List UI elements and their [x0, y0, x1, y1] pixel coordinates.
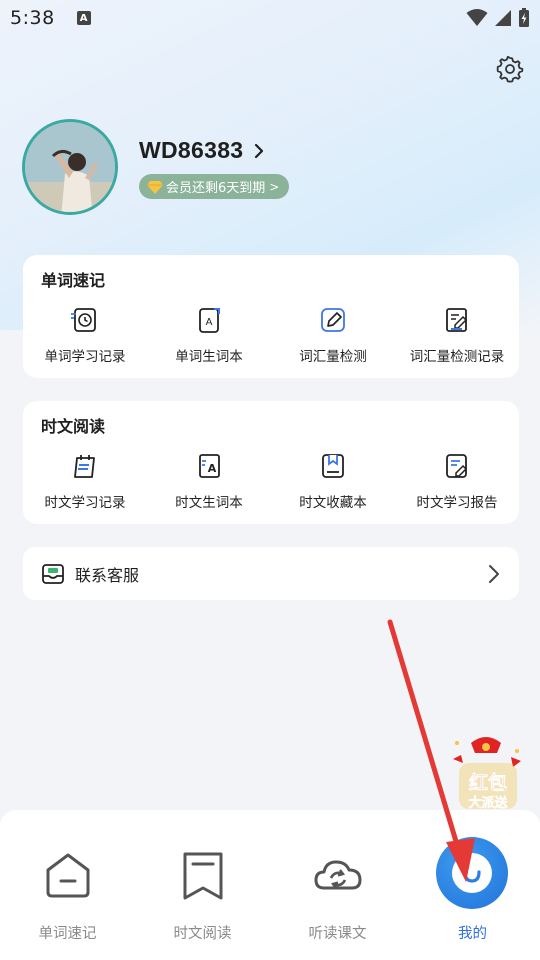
vocab-test-record-item[interactable]: 词汇量检测记录	[395, 305, 519, 365]
reading-title: 时文阅读	[41, 417, 106, 436]
pencil-edit-icon	[321, 308, 345, 332]
word-memo-card: 单词速记 单词学习记录 A 单词生词本 词汇量检测 词汇量检测记录	[23, 255, 519, 378]
nav-me-label: 我的	[458, 926, 487, 942]
status-time: 5:38	[10, 7, 55, 29]
word-vocab-book-item[interactable]: A 单词生词本	[147, 305, 271, 365]
report-edit-icon	[446, 454, 468, 478]
notification-a-icon: A	[76, 11, 91, 25]
nav-reading[interactable]: 时文阅读	[135, 810, 270, 960]
clock-record-icon	[71, 308, 96, 332]
reading-favorites-label: 时文收藏本	[299, 495, 367, 511]
document-edit-icon	[446, 308, 468, 332]
reading-favorites-item[interactable]: 时文收藏本	[271, 451, 395, 511]
promo-line1: 红包	[469, 771, 507, 794]
vip-status-text: 会员还剩6天到期	[166, 181, 266, 196]
reading-vocab-book-item[interactable]: A 时文生词本	[147, 451, 271, 511]
reading-report-label: 时文学习报告	[416, 495, 498, 511]
word-vocab-book-label: 单词生词本	[175, 349, 243, 365]
nav-listen-read-label: 听读课文	[308, 926, 367, 942]
vip-arrow: >	[269, 179, 280, 194]
vip-status-badge[interactable]: 会员还剩6天到期 >	[139, 174, 290, 199]
nav-word-memo[interactable]: 单词速记	[0, 810, 135, 960]
svg-text:A: A	[208, 462, 217, 475]
chevron-right-icon	[489, 564, 499, 583]
chevron-right-icon	[255, 143, 264, 158]
me-icon[interactable]	[436, 837, 508, 909]
nav-listen-read[interactable]: 听读课文	[270, 810, 405, 960]
vocab-test-label: 词汇量检测	[299, 349, 367, 365]
battery-icon	[519, 8, 529, 27]
letter-a-book-icon: A	[199, 454, 220, 478]
home-icon	[46, 853, 89, 898]
nav-reading-label: 时文阅读	[173, 926, 232, 942]
vocab-test-item[interactable]: 词汇量检测	[271, 305, 395, 365]
promo-line2: 大派送	[468, 795, 508, 811]
contact-service-row[interactable]: 联系客服	[23, 547, 519, 600]
reading-study-record-item[interactable]: 时文学习记录	[23, 451, 147, 511]
me-icon-inner	[452, 853, 492, 893]
signal-icon	[495, 10, 511, 26]
wifi-icon	[466, 9, 488, 26]
contact-service-label: 联系客服	[75, 565, 140, 585]
smile-arc-icon	[463, 870, 481, 883]
status-right-icons	[466, 8, 530, 28]
reading-report-item[interactable]: 时文学习报告	[395, 451, 519, 511]
calendar-list-icon	[74, 455, 95, 478]
red-packet-icon: 红包 大派送	[453, 737, 521, 811]
status-bar: 5:38 A	[0, 0, 540, 36]
nav-word-memo-label: 单词速记	[38, 926, 97, 942]
cloud-sync-icon	[314, 860, 361, 890]
word-memo-title: 单词速记	[41, 271, 106, 290]
avatar[interactable]	[22, 119, 118, 215]
reading-vocab-book-label: 时文生词本	[175, 495, 243, 511]
service-inbox-icon	[42, 563, 64, 584]
settings-gear-icon[interactable]	[496, 55, 524, 83]
vocab-test-record-label: 词汇量检测记录	[409, 349, 505, 365]
word-study-record-item[interactable]: 单词学习记录	[23, 305, 147, 365]
word-memo-grid: 单词学习记录 A 单词生词本 词汇量检测 词汇量检测记录	[23, 305, 519, 365]
letter-book-icon: A	[199, 308, 220, 333]
red-packet-promo[interactable]: 红包 大派送	[447, 733, 525, 813]
reading-card: 时文阅读 时文学习记录 A 时文生词本 时文收藏本 时文学习报告	[23, 401, 519, 524]
reading-study-record-label: 时文学习记录	[44, 495, 126, 511]
username[interactable]: WD86383	[139, 137, 265, 164]
svg-text:A: A	[206, 317, 213, 328]
reading-grid: 时文学习记录 A 时文生词本 时文收藏本 时文学习报告	[23, 451, 519, 511]
bookmark-icon	[183, 852, 222, 900]
username-text: WD86383	[139, 137, 244, 163]
word-study-record-label: 单词学习记录	[44, 349, 126, 365]
diamond-icon	[147, 180, 163, 194]
bookmark-book-icon	[322, 454, 344, 478]
